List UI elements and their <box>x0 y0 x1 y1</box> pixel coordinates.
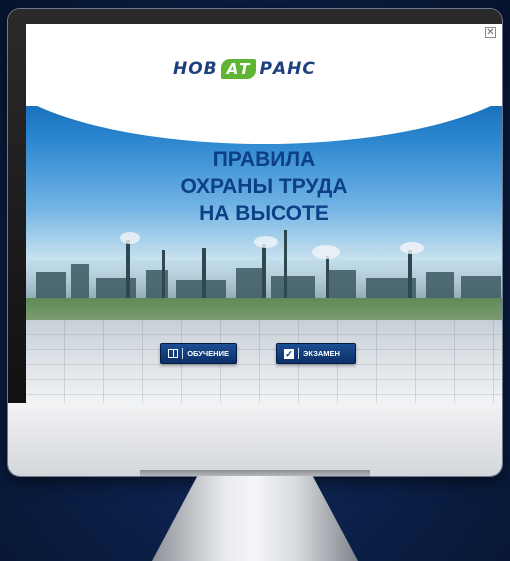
page-title: ПРАВИЛА ОХРАНЫ ТРУДА НА ВЫСОТЕ <box>26 146 502 227</box>
tiled-floor <box>26 320 502 403</box>
exam-button-label: ЭКЗАМЕН <box>303 349 340 358</box>
learn-button-label: ОБУЧЕНИЕ <box>187 349 229 358</box>
monitor-chin <box>8 403 502 476</box>
logo-text-left: НОВ <box>173 59 218 79</box>
button-divider <box>298 348 299 359</box>
monitor-stand <box>152 476 358 561</box>
title-line-2: ОХРАНЫ ТРУДА <box>180 175 348 198</box>
learn-button[interactable]: ОБУЧЕНИЕ <box>160 343 237 364</box>
close-icon[interactable]: ✕ <box>485 27 496 38</box>
button-divider <box>182 348 184 359</box>
exam-button[interactable]: ✓ ЭКЗАМЕН <box>276 343 356 364</box>
industrial-skyline-image <box>26 230 502 320</box>
book-icon <box>168 349 179 358</box>
title-line-1: ПРАВИЛА <box>212 148 316 171</box>
logo-text-middle: АТ <box>220 59 257 79</box>
checkbox-icon: ✓ <box>284 348 294 359</box>
novatrans-logo: НОВ АТ РАНС <box>173 58 316 80</box>
logo-text-right: РАНС <box>259 59 316 79</box>
app-screen: НОВ АТ РАНС ✕ ПРАВИЛА ОХРАНЫ ТРУДА НА ВЫ… <box>26 24 502 403</box>
